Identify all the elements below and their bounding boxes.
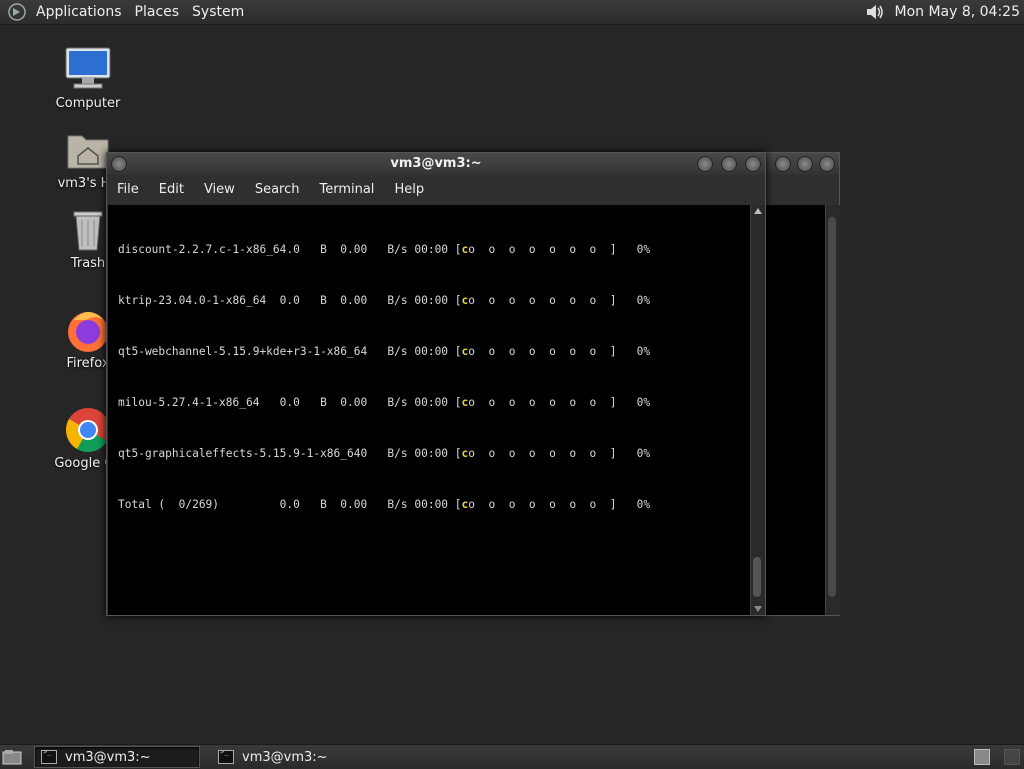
scrollbar-thumb[interactable]	[828, 217, 836, 597]
window-titlebar[interactable]	[761, 153, 839, 175]
terminal-line: qt5-webchannel-5.15.9+kde+r3-1-x86_64 B/…	[118, 343, 750, 360]
terminal-line: Total ( 0/269) 0.0 B 0.00 B/s 00:00 [co …	[118, 496, 750, 513]
pacman-icon: c	[461, 243, 469, 256]
minimize-button[interactable]	[697, 156, 713, 172]
download-info: Total ( 0/269) 0.0 B 0.00 B/s 00:00	[118, 498, 455, 511]
close-button[interactable]	[819, 156, 835, 172]
menu-view[interactable]: View	[194, 182, 245, 197]
firefox-icon	[68, 312, 108, 352]
system-menu[interactable]: System	[188, 4, 253, 20]
pacman-icon: c	[461, 447, 469, 460]
download-info: qt5-webchannel-5.15.9+kde+r3-1-x86_64 B/…	[118, 345, 455, 358]
progress-bar: [co o o o o o o ] 0%	[454, 396, 651, 409]
background-terminal-window[interactable]	[760, 152, 840, 616]
progress-bar: [co o o o o o o ] 0%	[454, 243, 651, 256]
pacman-icon: c	[461, 294, 469, 307]
terminal-area[interactable]	[761, 205, 825, 615]
terminal-icon	[41, 748, 57, 764]
home-folder-icon	[67, 135, 109, 169]
scroll-up-icon[interactable]	[754, 208, 762, 214]
menu-terminal[interactable]: Terminal	[309, 182, 384, 197]
volume-icon[interactable]	[864, 1, 886, 23]
menu-search[interactable]: Search	[245, 182, 310, 197]
menu-help[interactable]: Help	[384, 182, 434, 197]
window-titlebar[interactable]: vm3@vm3:~	[107, 153, 765, 175]
terminal-output[interactable]: discount-2.2.7.c-1-x86_64.0 B 0.00 B/s 0…	[108, 205, 750, 615]
download-info: milou-5.27.4-1-x86_64 0.0 B 0.00 B/s 00:…	[118, 396, 455, 409]
pacman-icon: c	[461, 345, 469, 358]
terminal-line: discount-2.2.7.c-1-x86_64.0 B 0.00 B/s 0…	[118, 241, 750, 258]
desktop-icon-computer[interactable]: Computer	[38, 46, 138, 111]
window-menu-button[interactable]	[111, 156, 127, 172]
top-panel: Applications Places System Mon May 8, 04…	[0, 0, 1024, 25]
window-title: vm3@vm3:~	[390, 156, 482, 171]
taskbar-item-terminal-2[interactable]: vm3@vm3:~	[212, 746, 334, 768]
bottom-panel: vm3@vm3:~ vm3@vm3:~	[0, 744, 1024, 769]
download-info: discount-2.2.7.c-1-x86_64.0 B 0.00 B/s 0…	[118, 243, 455, 256]
taskbar-item-label: vm3@vm3:~	[65, 749, 151, 765]
places-menu[interactable]: Places	[131, 4, 189, 20]
menu-edit[interactable]: Edit	[149, 182, 194, 197]
taskbar-item-terminal-1[interactable]: vm3@vm3:~	[34, 746, 200, 768]
maximize-button[interactable]	[797, 156, 813, 172]
terminal-window[interactable]: vm3@vm3:~ File Edit View Search Terminal…	[106, 152, 766, 616]
menu-file[interactable]: File	[107, 182, 149, 197]
progress-bar: [co o o o o o o ] 0%	[454, 447, 651, 460]
pacman-icon: c	[461, 498, 469, 511]
workspace-switcher-2[interactable]	[1004, 749, 1020, 765]
close-button[interactable]	[745, 156, 761, 172]
maximize-button[interactable]	[721, 156, 737, 172]
clock[interactable]: Mon May 8, 04:25	[886, 4, 1024, 20]
chrome-icon	[66, 408, 110, 452]
gnome-foot-logo-icon[interactable]	[8, 3, 26, 21]
terminal-icon	[218, 748, 234, 764]
progress-bar: [co o o o o o o ] 0%	[454, 294, 651, 307]
trash-icon	[73, 211, 103, 251]
terminal-line: milou-5.27.4-1-x86_64 0.0 B 0.00 B/s 00:…	[118, 394, 750, 411]
scroll-down-icon[interactable]	[754, 606, 762, 612]
progress-bar: [co o o o o o o ] 0%	[454, 345, 651, 358]
applications-menu[interactable]: Applications	[32, 4, 131, 20]
scrollbar-thumb[interactable]	[753, 557, 761, 597]
download-info: qt5-graphicaleffects-5.15.9-1-x86_640 B/…	[118, 447, 455, 460]
scrollbar[interactable]	[825, 205, 840, 615]
workspace-switcher-1[interactable]	[974, 749, 990, 765]
taskbar-item-label: vm3@vm3:~	[242, 749, 328, 765]
terminal-scrollbar[interactable]	[750, 205, 765, 615]
show-desktop-icon[interactable]	[2, 748, 22, 766]
download-info: ktrip-23.04.0-1-x86_64 0.0 B 0.00 B/s 00…	[118, 294, 455, 307]
minimize-button[interactable]	[775, 156, 791, 172]
terminal-line: ktrip-23.04.0-1-x86_64 0.0 B 0.00 B/s 00…	[118, 292, 750, 309]
pacman-icon: c	[461, 396, 469, 409]
terminal-menubar: File Edit View Search Terminal Help	[107, 175, 765, 203]
progress-bar: [co o o o o o o ] 0%	[454, 498, 651, 511]
desktop-icon-label: Computer	[55, 96, 121, 111]
terminal-line: qt5-graphicaleffects-5.15.9-1-x86_640 B/…	[118, 445, 750, 462]
computer-icon	[65, 47, 111, 89]
